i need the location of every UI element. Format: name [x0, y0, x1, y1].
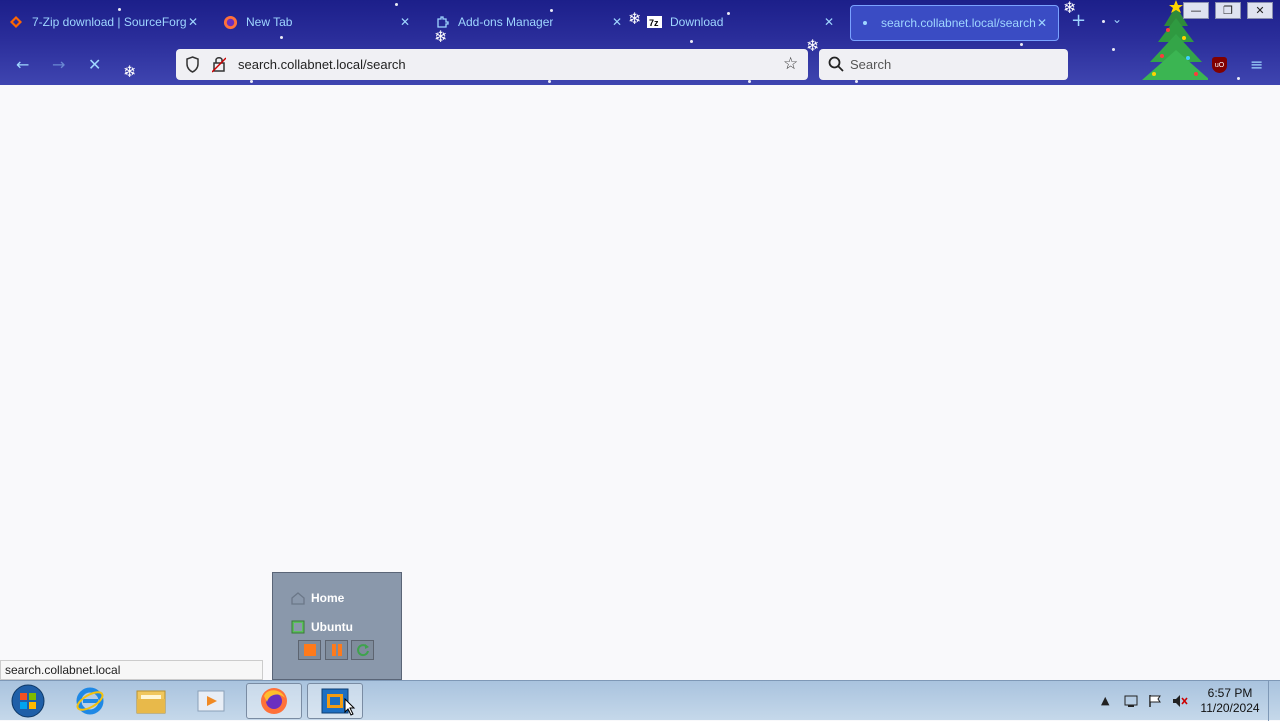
- action-center-icon[interactable]: [1124, 694, 1138, 711]
- clock-time: 6:57 PM: [1207, 686, 1253, 700]
- show-desktop-button[interactable]: [1268, 681, 1280, 721]
- close-icon[interactable]: ✕: [400, 15, 410, 29]
- refresh-icon: [356, 644, 369, 657]
- chevron-down-icon[interactable]: ⌄: [1112, 12, 1122, 26]
- stop-icon: [303, 644, 316, 656]
- close-icon[interactable]: ✕: [188, 15, 198, 29]
- back-arrow-icon[interactable]: ←: [16, 55, 29, 74]
- loading-icon: [857, 15, 873, 31]
- firefox-icon: [261, 688, 287, 714]
- popup-item-ubuntu[interactable]: Ubuntu: [291, 620, 353, 634]
- volume-muted-icon[interactable]: [1172, 694, 1188, 711]
- pause-button[interactable]: [325, 640, 348, 660]
- popup-item-label: Home: [311, 591, 345, 605]
- taskbar-file-explorer[interactable]: [123, 683, 179, 719]
- tab-new-tab[interactable]: New Tab ✕: [222, 5, 418, 39]
- vm-icon: [291, 620, 305, 634]
- snowflake-decoration: [250, 80, 253, 83]
- hamburger-menu-icon[interactable]: ≡: [1250, 55, 1263, 74]
- flag-icon[interactable]: [1148, 694, 1162, 711]
- start-button[interactable]: [0, 683, 56, 719]
- lock-insecure-icon[interactable]: [211, 56, 227, 76]
- url-bar[interactable]: search.collabnet.local/search ☆: [176, 49, 808, 80]
- taskbar-virtualbox[interactable]: [307, 683, 363, 719]
- mouse-cursor-icon: [344, 698, 356, 716]
- snowflake-decoration: [1020, 43, 1023, 46]
- taskbar-preview-popup: Home Ubuntu: [272, 572, 402, 680]
- snowflake-decoration: [690, 40, 693, 43]
- popup-item-home[interactable]: Home: [291, 591, 344, 605]
- minimize-button[interactable]: —: [1183, 2, 1209, 19]
- snowflake-icon: ❄: [628, 9, 642, 28]
- star-icon[interactable]: ☆: [783, 54, 798, 74]
- file-explorer-icon: [136, 690, 166, 714]
- sourceforge-icon: [8, 14, 24, 30]
- internet-explorer-icon: [76, 687, 104, 715]
- browser-chrome: ❄ ❄ ❄ ❄ ❄ ❄ 7-Zip download | SourceForge…: [0, 0, 1280, 85]
- stop-button[interactable]: [298, 640, 321, 660]
- url-text[interactable]: search.collabnet.local/search: [238, 57, 406, 72]
- taskbar-clock[interactable]: 6:57 PM 11/20/2024: [1194, 686, 1266, 716]
- shield-icon[interactable]: [185, 56, 200, 76]
- svg-text:7z: 7z: [649, 18, 659, 28]
- tab-label: search.collabnet.local/search: [881, 16, 1036, 30]
- close-icon[interactable]: ✕: [1037, 16, 1047, 30]
- popup-item-label: Ubuntu: [311, 620, 353, 634]
- snowflake-decoration: [548, 80, 551, 83]
- 7zip-icon: 7z: [646, 14, 662, 30]
- tab-label: Add-ons Manager: [458, 15, 554, 29]
- tab-7zip-sourceforge[interactable]: 7-Zip download | SourceForge ✕: [8, 5, 204, 39]
- search-input[interactable]: Search: [819, 49, 1068, 80]
- puzzle-icon: [434, 14, 450, 30]
- snowflake-decoration: [748, 80, 751, 83]
- pause-icon: [331, 644, 342, 656]
- close-icon[interactable]: ✕: [612, 15, 622, 29]
- forward-arrow-icon[interactable]: →: [52, 55, 65, 74]
- refresh-button[interactable]: [351, 640, 374, 660]
- tab-addons-manager[interactable]: Add-ons Manager ✕: [434, 5, 630, 39]
- new-tab-button[interactable]: +: [1071, 10, 1086, 31]
- close-window-button[interactable]: ✕: [1247, 2, 1273, 19]
- taskbar-internet-explorer[interactable]: [62, 683, 118, 719]
- snowflake-decoration: [1112, 48, 1115, 51]
- start-orb-icon: [11, 684, 45, 718]
- snowflake-icon: ❄: [123, 62, 137, 81]
- close-icon[interactable]: ✕: [824, 15, 834, 29]
- snowflake-decoration: [855, 80, 858, 83]
- stop-loading-icon[interactable]: ✕: [88, 55, 101, 74]
- tab-collabnet-search[interactable]: search.collabnet.local/search ✕: [850, 5, 1059, 41]
- status-text: search.collabnet.local: [5, 663, 121, 677]
- taskbar-firefox[interactable]: [246, 683, 302, 719]
- home-icon: [291, 592, 305, 605]
- snowflake-decoration: [1102, 20, 1105, 23]
- taskbar-media-player[interactable]: [183, 683, 239, 719]
- ublock-origin-icon[interactable]: uO: [1212, 57, 1227, 73]
- clock-date: 11/20/2024: [1200, 701, 1260, 715]
- taskbar: ▲ 6:57 PM 11/20/2024: [0, 680, 1280, 721]
- firefox-icon: [222, 14, 238, 30]
- tab-label: Download: [670, 15, 724, 29]
- restore-button[interactable]: ❐: [1215, 2, 1241, 19]
- page-content: [0, 85, 1280, 680]
- media-player-icon: [197, 690, 225, 712]
- show-hidden-icons-icon[interactable]: ▲: [1101, 694, 1109, 707]
- snowflake-decoration: [1237, 77, 1240, 80]
- search-icon: [828, 56, 844, 75]
- tab-download[interactable]: 7z Download ✕: [646, 5, 842, 39]
- status-bar: search.collabnet.local: [0, 660, 263, 680]
- tab-label: 7-Zip download | SourceForge: [32, 15, 186, 29]
- search-placeholder: Search: [850, 57, 892, 72]
- snowflake-icon: ❄: [806, 36, 820, 55]
- tab-label: New Tab: [246, 15, 293, 29]
